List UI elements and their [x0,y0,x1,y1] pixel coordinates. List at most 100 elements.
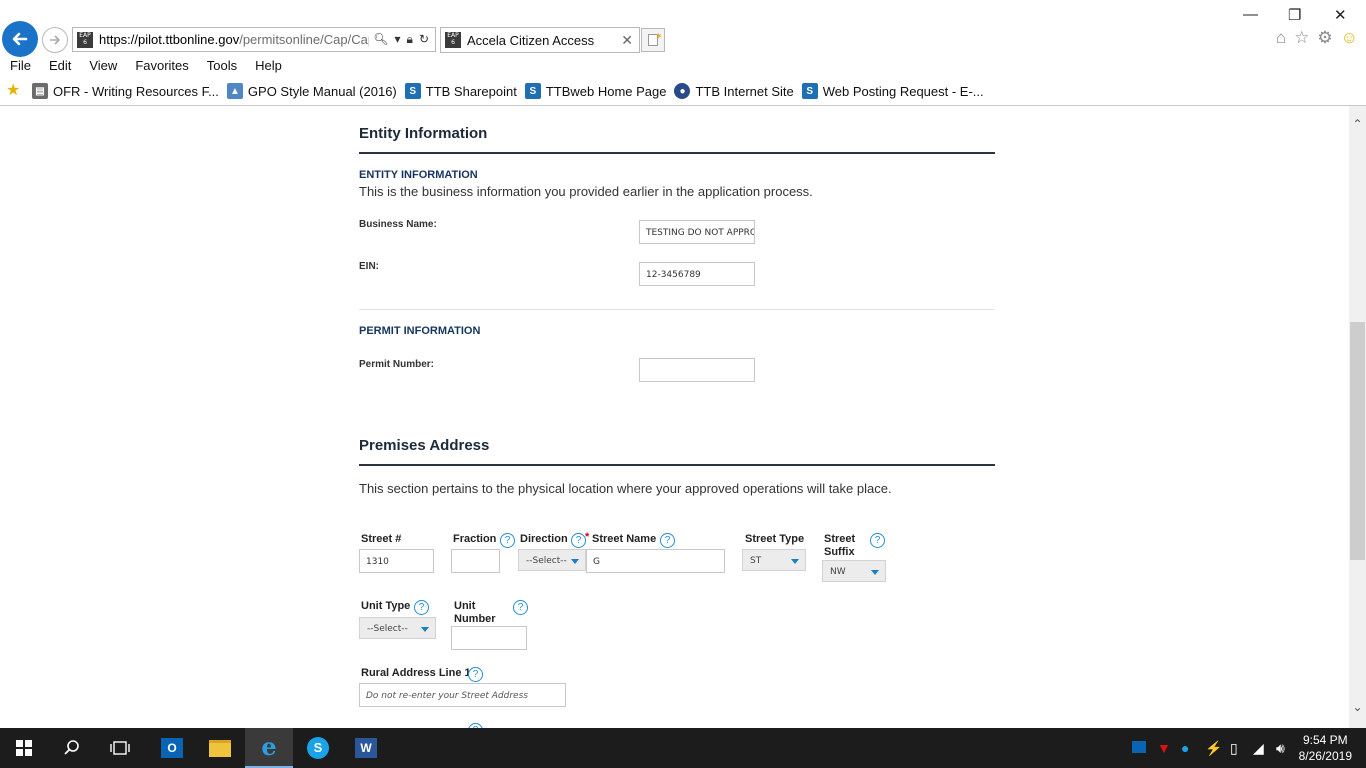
scroll-down-icon[interactable]: ⌄ [1351,701,1364,714]
unit-number-input[interactable] [451,626,527,650]
gpo-icon: ▲ [226,83,243,99]
direction-select[interactable]: --Select-- [518,549,586,571]
street-suffix-label-line2: Suffix [824,546,855,558]
restore-icon[interactable]: ❐ [1288,6,1301,24]
chevron-down-icon [871,570,879,575]
menu-help[interactable]: Help [245,56,290,76]
chevron-down-icon [421,627,429,632]
feedback-smiley-icon[interactable]: ☺ [1341,28,1358,48]
permit-number-input[interactable] [639,358,755,382]
refresh-icon[interactable]: ↻ [419,32,429,47]
favorite-gpo[interactable]: ▲ GPO Style Manual (2016) [226,83,397,99]
mcafee-tray-icon[interactable]: ▼ [1157,740,1171,756]
favorite-web-posting[interactable]: S Web Posting Request - E-... [801,83,984,99]
business-name-input[interactable]: TESTING DO NOT APPROV [639,220,755,244]
forward-button[interactable] [42,27,68,53]
rural-address-1-input[interactable]: Do not re-enter your Street Address [359,683,566,707]
entity-description: This is the business information you pro… [359,184,813,199]
street-number-input[interactable]: 1310 [359,549,434,573]
back-arrow-icon [12,32,28,46]
skype-taskbar-button[interactable]: S [294,728,342,768]
menu-tools[interactable]: Tools [197,56,245,76]
file-explorer-taskbar-button[interactable] [196,728,244,768]
street-type-label: Street Type [745,533,805,545]
tab-title: Accela Citizen Access [467,32,595,48]
favorites-star-icon[interactable]: ☆ [1294,28,1309,48]
permit-divider [359,309,995,310]
rural-address-1-help-icon[interactable]: ? [468,667,483,682]
minimize-icon[interactable]: — [1243,6,1258,23]
scrollbar-thumb[interactable] [1350,322,1365,560]
back-button[interactable] [2,21,38,57]
home-icon[interactable]: ⌂ [1276,28,1286,48]
search-icon[interactable]: 🔍︎ [373,32,388,47]
close-window-icon[interactable]: ✕ [1334,6,1347,24]
fraction-label: Fraction [453,533,497,545]
premises-section-title: Premises Address [359,437,490,454]
word-icon: W [355,738,377,758]
premises-description: This section pertains to the physical lo… [359,481,892,496]
street-suffix-label: Street Suffix [824,533,855,559]
ein-input[interactable]: 12-3456789 [639,262,755,286]
network-tray-icon[interactable]: ◢ [1253,740,1264,757]
menu-edit[interactable]: Edit [39,56,79,76]
rural-address-1-label: Rural Address Line 1 [361,667,471,679]
start-button[interactable] [0,728,48,768]
settings-gear-icon[interactable]: ⚙ [1317,28,1332,48]
task-view-button[interactable] [96,728,144,768]
permit-number-label: Permit Number: [359,359,435,370]
outlook-tray-icon[interactable] [1132,740,1146,756]
tab-close-icon[interactable]: ✕ [621,32,633,49]
vpn-tray-icon[interactable]: ⚡ [1205,740,1222,757]
favorite-label: GPO Style Manual (2016) [247,83,397,99]
street-suffix-select[interactable]: NW [822,560,886,582]
direction-select-value: --Select-- [526,556,567,566]
address-url[interactable]: https://pilot.ttbonline.gov/permitsonlin… [99,32,369,47]
street-type-select-value: ST [750,556,762,566]
page-scrollbar[interactable]: ⌃ ⌄ [1349,106,1366,728]
task-view-icon [110,741,130,755]
lock-icon[interactable]: 🔒︎ [407,32,413,47]
scroll-up-icon[interactable]: ⌃ [1351,118,1364,131]
dropdown-icon[interactable]: ▾ [395,32,401,47]
favorite-label: TTB Sharepoint [425,83,517,99]
tab-favicon-icon: EAP 6 [445,32,461,48]
skype-tray-icon[interactable]: ● [1181,740,1189,756]
street-suffix-help-icon[interactable]: ? [870,533,885,548]
fraction-input[interactable] [451,549,500,573]
volume-tray-icon[interactable]: 🔊︎ [1276,740,1285,757]
direction-help-icon[interactable]: ? [571,533,586,548]
unit-number-help-icon[interactable]: ? [513,600,528,615]
street-name-input[interactable]: G [586,549,725,573]
menu-favorites[interactable]: Favorites [125,56,196,76]
new-tab-star-icon: ✶ [655,31,663,41]
unit-type-help-icon[interactable]: ? [414,600,429,615]
favorite-label: OFR - Writing Resources F... [53,83,219,99]
search-taskbar-button[interactable] [48,728,96,768]
new-tab-button[interactable]: ✶ [641,28,665,52]
favorite-ttbweb[interactable]: S TTBweb Home Page [524,83,666,99]
menu-bar: File Edit View Favorites Tools Help [0,56,290,76]
usb-tray-icon[interactable]: ▯ [1230,740,1238,757]
internet-explorer-icon: e [261,732,277,761]
add-favorite-star-icon[interactable]: ★ [6,82,24,100]
outlook-taskbar-button[interactable]: O [148,728,196,768]
unit-type-select[interactable]: --Select-- [359,617,436,639]
skype-icon: S [307,737,329,759]
browser-tab[interactable]: EAP 6 Accela Citizen Access ✕ [440,27,640,53]
menu-file[interactable]: File [0,56,39,76]
street-name-help-icon[interactable]: ? [660,533,675,548]
favorite-ttb-sharepoint[interactable]: S TTB Sharepoint [404,83,517,99]
word-taskbar-button[interactable]: W [342,728,390,768]
favorite-ttb-internet[interactable]: ● TTB Internet Site [674,83,794,99]
windows-logo-icon [16,740,32,756]
street-type-select[interactable]: ST [742,549,806,571]
favorite-ofr[interactable]: ▤ OFR - Writing Resources F... [32,83,219,99]
search-icon [64,740,79,755]
internet-explorer-taskbar-button[interactable]: e [245,728,293,768]
menu-view[interactable]: View [79,56,125,76]
taskbar-clock[interactable]: 9:54 PM 8/26/2019 [1299,732,1352,764]
address-bar[interactable]: EAP 6 https://pilot.ttbonline.gov/permits… [72,27,436,52]
ttb-seal-icon: ● [674,83,691,99]
fraction-help-icon[interactable]: ? [500,533,515,548]
